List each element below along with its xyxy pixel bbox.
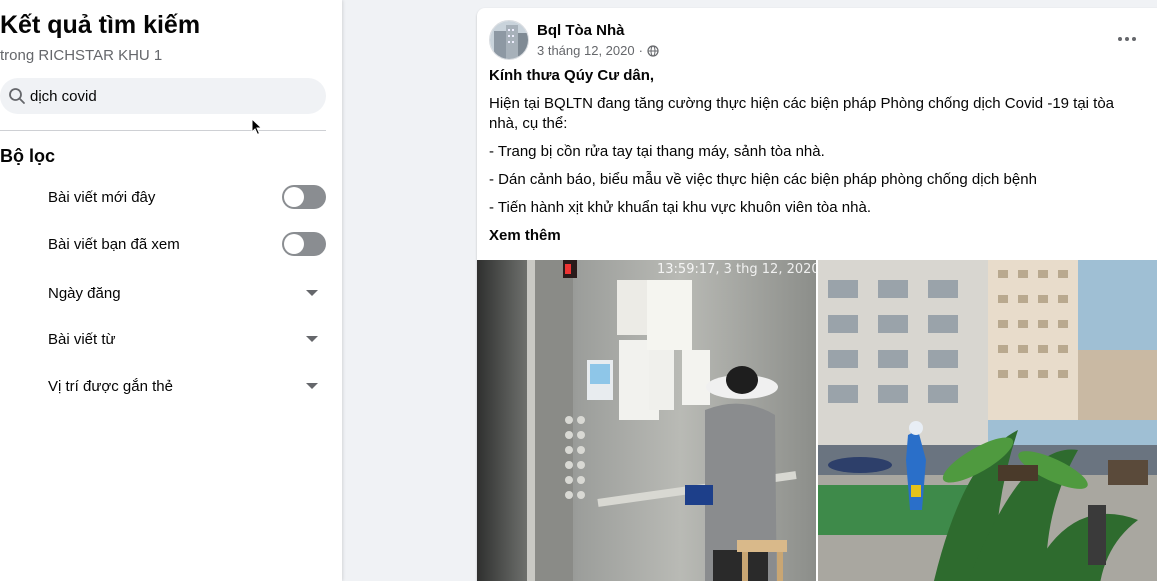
courtyard-photo[interactable]	[818, 260, 1157, 581]
toggle-knob	[284, 187, 304, 207]
page-title: Kết quả tìm kiếm	[0, 11, 201, 39]
more-dot	[1132, 37, 1136, 41]
filter-recent-posts[interactable]: Bài viết mới đây	[48, 182, 326, 212]
filter-label: Bài viết mới đây	[48, 188, 156, 206]
post-paragraph: - Tiến hành xịt khử khuẩn tại khu vực kh…	[489, 199, 871, 216]
more-options-button[interactable]	[1111, 30, 1143, 48]
filter-date-posted[interactable]: Ngày đăng	[48, 278, 326, 308]
post-text: Kính thưa Qúy Cư dân, Hiện tại BQLTN đan…	[489, 66, 1144, 254]
filter-label: Bài viết bạn đã xem	[48, 235, 180, 253]
post-paragraph: Hiện tại BQLTN đang tăng cường thực hiện…	[489, 95, 1115, 132]
mouse-cursor-icon	[251, 118, 263, 136]
divider	[0, 130, 326, 131]
search-icon	[9, 88, 25, 104]
filter-label: Ngày đăng	[48, 284, 121, 302]
filter-posted-by[interactable]: Bài viết từ	[48, 324, 326, 354]
caret-down-icon	[306, 290, 318, 296]
caret-down-icon	[306, 336, 318, 342]
filters-heading: Bộ lọc	[0, 146, 56, 166]
search-sidebar: Kết quả tìm kiếm trong RICHSTAR KHU 1 Bộ…	[0, 0, 342, 581]
filter-label: Bài viết từ	[48, 330, 116, 348]
avatar[interactable]	[489, 20, 529, 60]
building-avatar-image	[490, 21, 528, 59]
post-card: Bql Tòa Nhà 3 tháng 12, 2020 · Kính thưa…	[477, 8, 1157, 581]
post-date[interactable]: 3 tháng 12, 2020	[537, 43, 635, 58]
courtyard-photo-image	[818, 260, 1157, 581]
post-meta: 3 tháng 12, 2020 ·	[537, 43, 659, 58]
post-paragraph: - Dán cảnh báo, biểu mẫu về việc thực hi…	[489, 171, 1037, 188]
post-greeting: Kính thưa Qúy Cư dân,	[489, 67, 655, 84]
group-scope-label: trong RICHSTAR KHU 1	[0, 47, 163, 64]
search-box[interactable]	[0, 78, 326, 114]
search-input[interactable]	[30, 78, 310, 114]
caret-down-icon	[306, 383, 318, 389]
post-photos: 13:59:17, 3 thg 12, 2020	[477, 260, 1157, 581]
more-dot	[1118, 37, 1122, 41]
elevator-photo[interactable]: 13:59:17, 3 thg 12, 2020	[477, 260, 816, 581]
filter-tagged-location[interactable]: Vị trí được gắn thẻ	[48, 371, 326, 401]
globe-icon	[647, 44, 659, 57]
post-author[interactable]: Bql Tòa Nhà	[537, 22, 625, 39]
toggle-knob	[284, 234, 304, 254]
photo-timestamp: 13:59:17, 3 thg 12, 2020	[657, 262, 816, 277]
meta-separator: ·	[638, 43, 643, 58]
recent-posts-toggle[interactable]	[282, 185, 326, 209]
filter-seen-posts[interactable]: Bài viết bạn đã xem	[48, 229, 326, 259]
seen-posts-toggle[interactable]	[282, 232, 326, 256]
more-dot	[1125, 37, 1129, 41]
see-more-link[interactable]: Xem thêm	[489, 226, 1144, 246]
elevator-photo-image	[477, 260, 816, 581]
filter-label: Vị trí được gắn thẻ	[48, 377, 173, 395]
post-paragraph: - Trang bị cồn rửa tay tại thang máy, sả…	[489, 143, 825, 160]
